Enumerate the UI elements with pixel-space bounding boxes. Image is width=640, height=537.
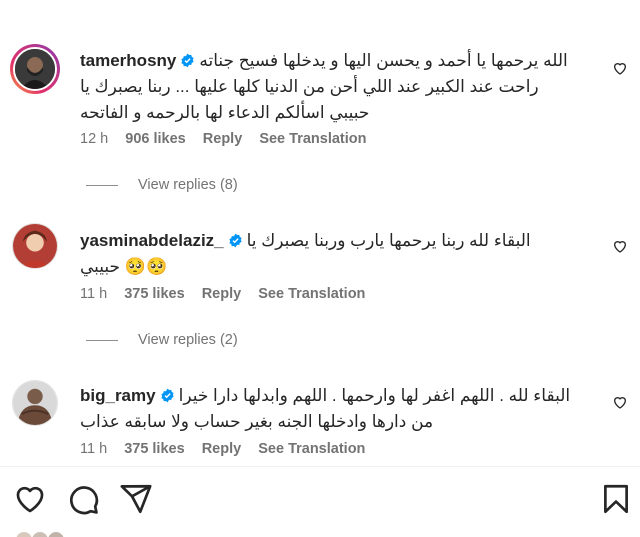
comment-text-line: الله يرحمها يا أحمد و يحسن اليها و يدخله… (199, 51, 568, 70)
reply-button[interactable]: Reply (202, 441, 242, 457)
comment-username[interactable]: big_ramy (80, 386, 156, 405)
reply-button[interactable]: Reply (203, 131, 243, 147)
see-translation-button[interactable]: See Translation (258, 286, 365, 302)
comment-time: 12 h (80, 131, 109, 147)
comment-likes[interactable]: 906 likes (125, 131, 185, 147)
comment-time: 11 h (80, 441, 108, 457)
comment-likes[interactable]: 375 likes (124, 286, 184, 302)
verified-badge-icon (160, 388, 174, 403)
like-comment-heart-icon[interactable] (612, 394, 628, 410)
bookmark-icon[interactable] (599, 482, 633, 516)
avatar[interactable] (10, 44, 60, 94)
avatar[interactable] (12, 223, 58, 269)
comment-text-line: حبيبي 🥺🥺 (80, 257, 168, 276)
comment-text-line: راحت عند الكبير عند اللي أحن من الدنيا ك… (80, 77, 539, 96)
verified-badge-icon (181, 53, 194, 68)
see-translation-button[interactable]: See Translation (258, 441, 365, 457)
comment-text-line: البقاء لله ربنا يرحمها يارب وربنا يصبرك … (246, 231, 531, 250)
comment-text-line: من دارها وادخلها الجنه بغير حساب ولا ساب… (80, 412, 434, 431)
view-replies-button[interactable]: View replies (2) (86, 332, 238, 348)
view-replies-label[interactable]: View replies (2) (138, 332, 238, 348)
comment-username[interactable]: yasminabdelaziz_ (80, 231, 224, 250)
liked-by-avatars (16, 532, 64, 537)
divider (86, 339, 118, 341)
view-replies-button[interactable]: View replies (8) (86, 177, 238, 193)
see-translation-button[interactable]: See Translation (259, 131, 366, 147)
divider (86, 184, 118, 186)
heart-icon[interactable] (13, 482, 47, 516)
like-comment-heart-icon[interactable] (612, 238, 628, 254)
like-comment-heart-icon[interactable] (612, 60, 628, 76)
comment-icon[interactable] (66, 482, 100, 516)
comment-username[interactable]: tamerhosny (80, 51, 176, 70)
divider (0, 466, 640, 467)
view-replies-label[interactable]: View replies (8) (138, 177, 238, 193)
comment-time: 11 h (80, 286, 108, 302)
avatar[interactable] (12, 380, 58, 426)
comment-text-line: حبيبي اسألكم الدعاء لها بالرحمه و الفاتح… (80, 103, 370, 122)
comment-text-line: البقاء لله . اللهم اغفر لها وارحمها . ال… (178, 386, 571, 405)
reply-button[interactable]: Reply (202, 286, 242, 302)
comment-likes[interactable]: 375 likes (124, 441, 184, 457)
share-icon[interactable] (119, 482, 153, 516)
verified-badge-icon (229, 233, 242, 248)
